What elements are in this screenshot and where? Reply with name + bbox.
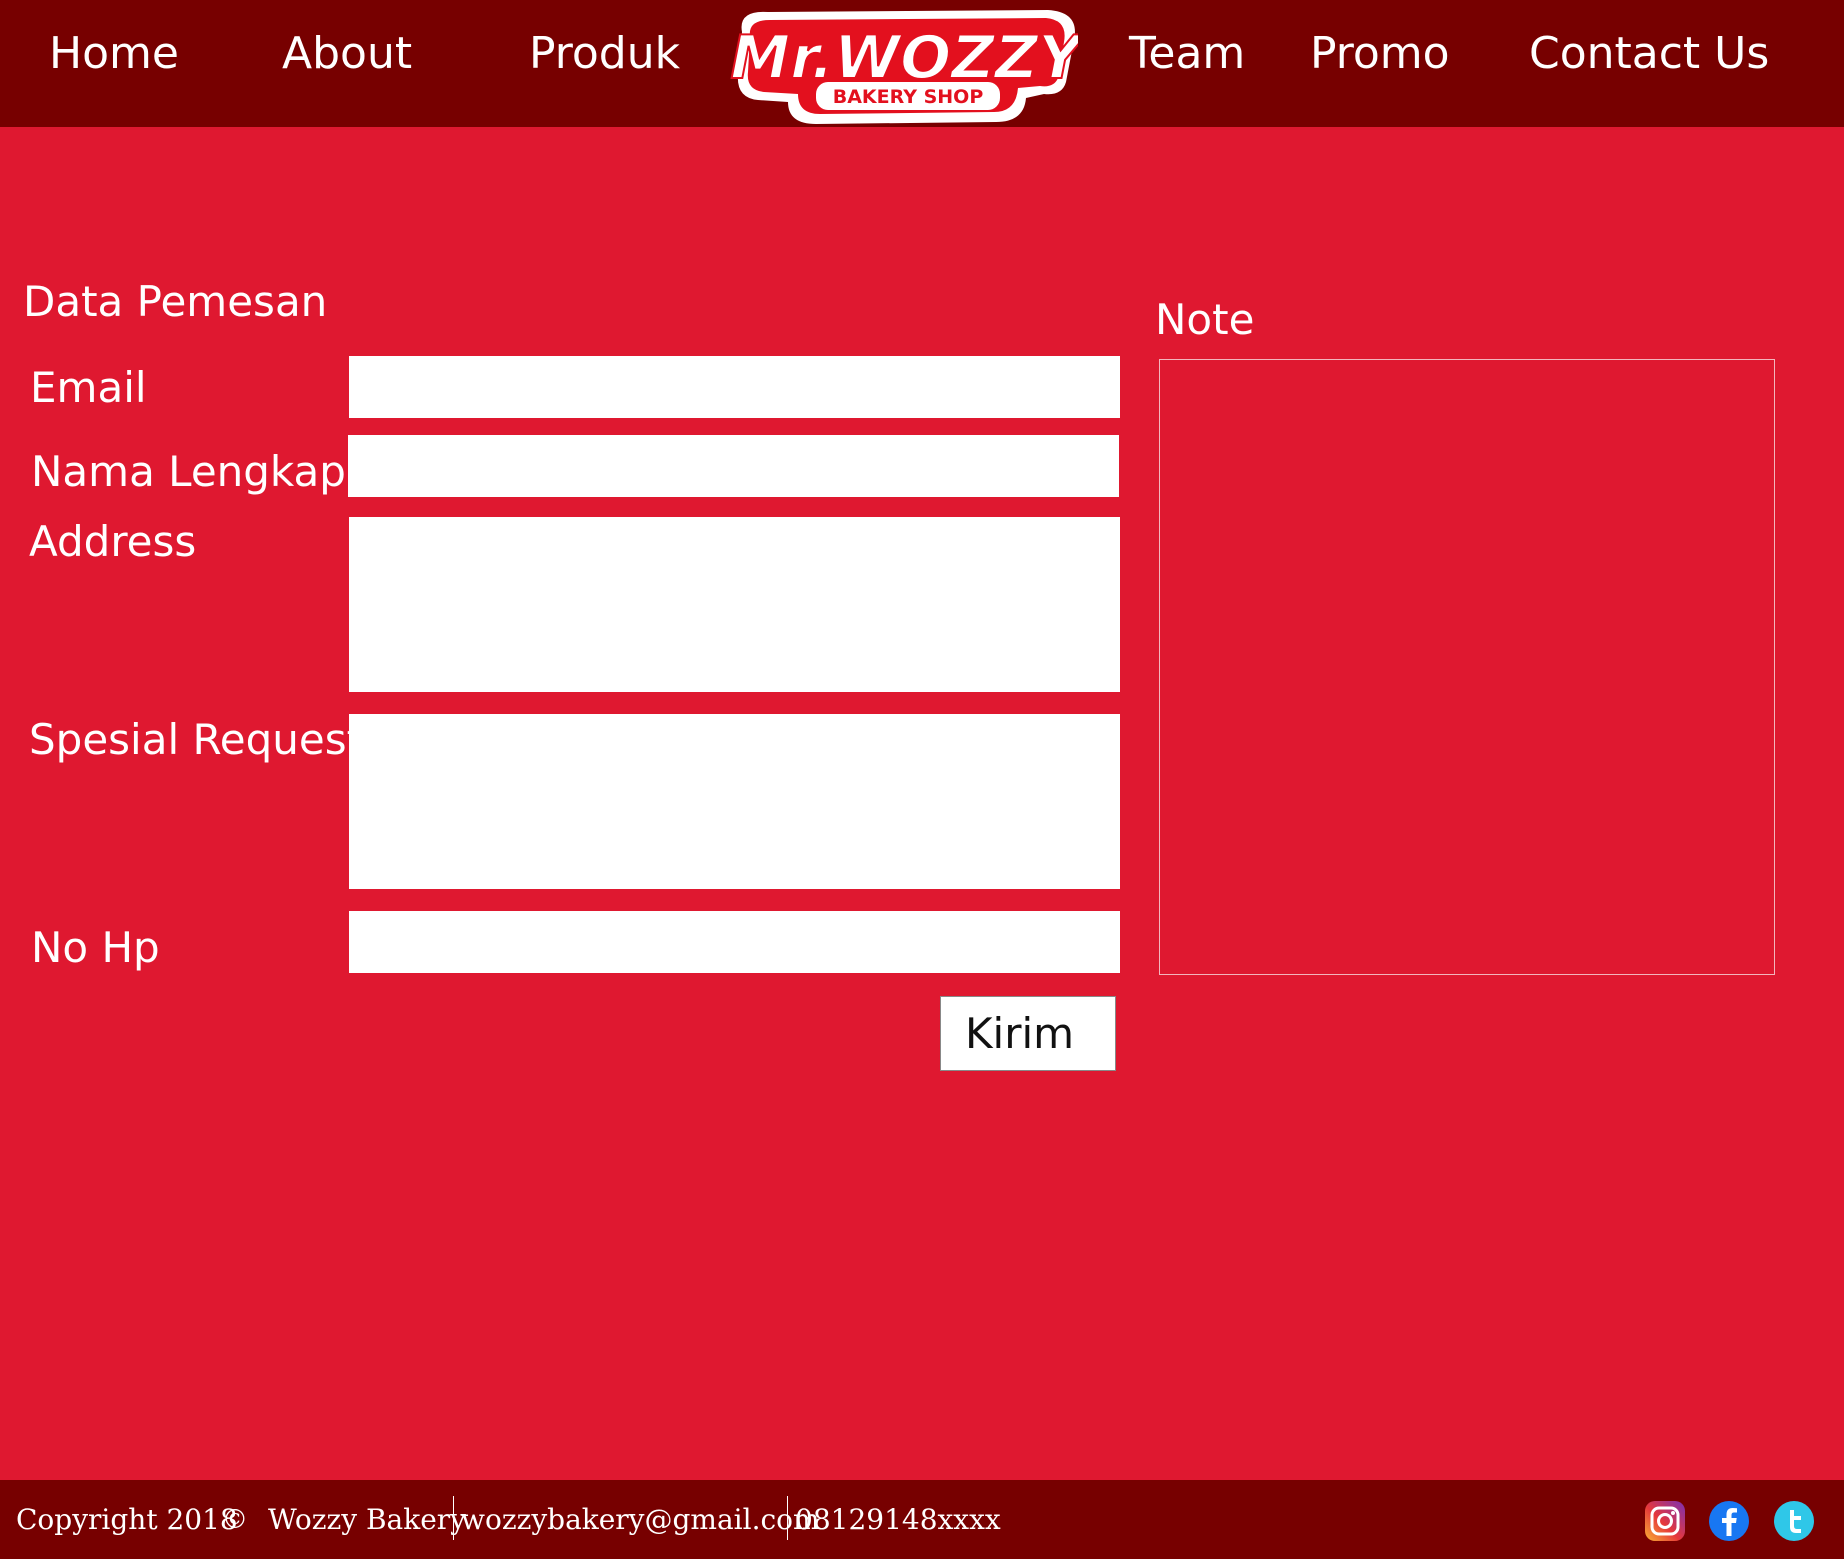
section-title-data-pemesan: Data Pemesan bbox=[23, 277, 328, 326]
brand-logo-graphic: Mr.WOZZY BAKERY SHOP bbox=[729, 10, 1088, 124]
top-navbar: Home About Produk Mr.WOZZY BAKERY SHOP T… bbox=[0, 0, 1844, 127]
footer-company: Wozzy Bakery bbox=[268, 1503, 466, 1536]
footer-separator bbox=[453, 1496, 454, 1540]
email-input[interactable] bbox=[349, 356, 1120, 418]
special-request-label: Spesial Request bbox=[29, 715, 364, 764]
nav-contact-us[interactable]: Contact Us bbox=[1529, 26, 1769, 82]
footer-phone: 08129148xxxx bbox=[795, 1503, 1001, 1536]
address-textarea[interactable] bbox=[349, 517, 1120, 692]
twitter-icon[interactable] bbox=[1773, 1500, 1815, 1542]
nav-home[interactable]: Home bbox=[49, 26, 179, 82]
note-textarea[interactable] bbox=[1159, 359, 1775, 975]
phone-input[interactable] bbox=[349, 911, 1120, 973]
footer: Copyright 2018 © Wozzy Bakery wozzybaker… bbox=[0, 1480, 1844, 1559]
copyright-icon: © bbox=[222, 1505, 248, 1535]
fullname-label: Nama Lengkap bbox=[31, 447, 346, 496]
facebook-icon[interactable] bbox=[1708, 1500, 1750, 1542]
nav-about[interactable]: About bbox=[282, 26, 412, 82]
nav-team[interactable]: Team bbox=[1129, 26, 1245, 82]
svg-text:BAKERY SHOP: BAKERY SHOP bbox=[833, 86, 984, 108]
nav-produk[interactable]: Produk bbox=[529, 26, 680, 82]
footer-separator bbox=[787, 1496, 788, 1540]
brand-logo[interactable]: Mr.WOZZY BAKERY SHOP bbox=[728, 4, 1088, 128]
address-label: Address bbox=[29, 517, 197, 566]
fullname-input[interactable] bbox=[348, 435, 1119, 497]
note-title: Note bbox=[1155, 295, 1255, 344]
nav-promo[interactable]: Promo bbox=[1310, 26, 1450, 82]
special-request-textarea[interactable] bbox=[349, 714, 1120, 889]
footer-copyright: Copyright 2018 bbox=[16, 1503, 238, 1536]
phone-label: No Hp bbox=[31, 923, 160, 972]
instagram-icon[interactable] bbox=[1644, 1500, 1686, 1542]
email-label: Email bbox=[30, 363, 147, 412]
kirim-button[interactable]: Kirim bbox=[940, 996, 1116, 1071]
footer-email[interactable]: wozzybakery@gmail.com bbox=[461, 1502, 820, 1538]
